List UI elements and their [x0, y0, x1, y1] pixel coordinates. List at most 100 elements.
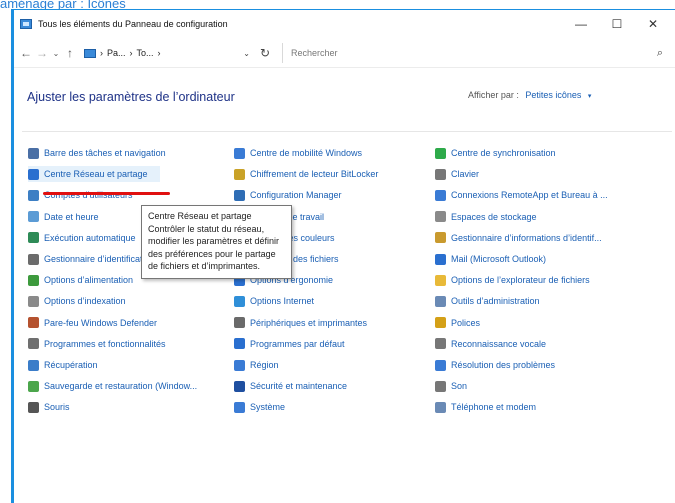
breadcrumb-item[interactable]: To... — [137, 48, 154, 58]
users-icon — [28, 189, 39, 201]
search-input[interactable]: Rechercher ⌕ — [282, 43, 665, 63]
control-panel-item[interactable]: Centre de synchronisation — [435, 145, 556, 161]
credential-icon — [435, 232, 446, 244]
control-panel-item-label: Résolution des problèmes — [451, 360, 556, 370]
control-panel-item[interactable]: Programmes et fonctionnalités — [28, 336, 166, 352]
backup-icon — [28, 380, 39, 392]
control-panel-item-label: Centre Réseau et partage — [44, 169, 148, 180]
recent-locations-button[interactable]: ⌄ — [50, 43, 62, 63]
control-panel-item[interactable]: Pare-feu Windows Defender — [28, 315, 157, 331]
control-panel-item[interactable]: Options Internet — [234, 293, 314, 309]
control-panel-item[interactable]: Sauvegarde et restauration (Window... — [28, 378, 197, 394]
control-panel-item[interactable]: Espaces de stockage — [435, 209, 537, 225]
indexing-icon — [28, 295, 39, 307]
control-panel-item[interactable]: Centre de mobilité Windows — [234, 145, 362, 161]
control-panel-item[interactable]: Son — [435, 378, 467, 394]
control-panel-item[interactable]: Options de l’explorateur de fichiers — [435, 272, 590, 288]
back-button[interactable]: ← — [18, 43, 34, 63]
control-panel-item-label: Récupération — [44, 360, 98, 370]
title-bar: Tous les éléments du Panneau de configur… — [14, 10, 675, 38]
programs-icon — [28, 338, 39, 350]
search-icon[interactable]: ⌕ — [657, 47, 663, 60]
control-panel-item[interactable]: Système — [234, 399, 285, 415]
minimize-button[interactable]: — — [563, 10, 599, 38]
address-bar: ← → ⌄ ↑ › Pa... › To... › ⌄ ↻ Rechercher… — [14, 40, 675, 66]
control-panel-item[interactable]: Gestionnaire d’informations d’identif... — [435, 230, 602, 246]
control-panel-item-label: Mail (Microsoft Outlook) — [451, 254, 547, 264]
control-panel-item-label: Téléphone et modem — [451, 402, 537, 413]
breadcrumb-separator-icon: › — [129, 48, 133, 58]
control-panel-item[interactable]: Options d’alimentation — [28, 272, 133, 288]
control-panel-item[interactable]: Reconnaissance vocale — [435, 336, 546, 352]
control-panel-item-label: Programmes par défaut — [250, 338, 345, 349]
chevron-down-icon[interactable]: ⌄ — [243, 49, 254, 58]
control-panel-item-label: Sauvegarde et restauration (Window... — [44, 381, 198, 392]
control-panel-item[interactable]: Périphériques et imprimantes — [234, 315, 367, 331]
control-panel-item[interactable]: Chiffrement de lecteur BitLocker — [234, 166, 378, 182]
control-panel-item[interactable]: Outils d’administration — [435, 293, 540, 309]
control-panel-item[interactable]: Sécurité et maintenance — [234, 378, 347, 394]
control-panel-item-label: Options d’indexation — [44, 296, 126, 307]
close-button[interactable]: ✕ — [635, 10, 671, 38]
control-panel-item-label: Pare-feu Windows Defender — [44, 317, 158, 328]
up-button[interactable]: ↑ — [62, 43, 78, 63]
control-panel-item[interactable]: Barre des tâches et navigation — [28, 145, 166, 161]
control-panel-item[interactable]: Souris — [28, 399, 70, 415]
control-panel-item[interactable]: Clavier — [435, 166, 479, 182]
control-panel-item[interactable]: Connexions RemoteApp et Bureau à ... — [435, 187, 608, 203]
window-controls: — ☐ ✕ — [563, 10, 671, 38]
control-panel-item-label: Système — [250, 402, 286, 413]
control-panel-item-label: Centre de synchronisation — [451, 148, 556, 158]
admin-tools-icon — [435, 295, 446, 307]
control-panel-item[interactable]: Téléphone et modem — [435, 399, 536, 415]
control-panel-item[interactable]: Exécution automatique — [28, 230, 136, 246]
refresh-button[interactable]: ↻ — [254, 43, 276, 63]
maximize-button[interactable]: ☐ — [599, 10, 635, 38]
control-panel-item[interactable]: Polices — [435, 315, 480, 331]
control-panel-item-label: Périphériques et imprimantes — [250, 317, 368, 328]
taskbar-icon — [28, 147, 39, 159]
control-panel-item-label: Programmes et fonctionnalités — [44, 338, 166, 349]
control-panel-item[interactable]: Mail (Microsoft Outlook) — [435, 251, 546, 267]
page-title: Ajuster les paramètres de l’ordinateur — [27, 90, 235, 104]
control-panel-item-label: Sécurité et maintenance — [250, 381, 348, 392]
default-programs-icon — [234, 338, 245, 350]
view-by-dropdown[interactable]: Petites icônes — [525, 90, 581, 100]
breadcrumb-separator-icon: › — [157, 48, 161, 58]
control-panel-item[interactable]: Options d’indexation — [28, 293, 126, 309]
phone-icon — [435, 401, 446, 413]
search-placeholder: Rechercher — [291, 48, 338, 58]
control-panel-item[interactable]: Centre Réseau et partage — [28, 166, 160, 183]
forward-button[interactable]: → — [34, 43, 50, 63]
control-panel-item[interactable]: Résolution des problèmes — [435, 357, 555, 373]
control-panel-item-label: Exécution automatique — [44, 232, 136, 243]
control-panel-item-label: Clavier — [451, 169, 480, 180]
chevron-down-icon[interactable]: ▾ — [588, 93, 592, 100]
microphone-icon — [435, 338, 446, 350]
control-panel-item-label: Options Internet — [250, 296, 315, 307]
control-panel-item-label: Reconnaissance vocale — [451, 338, 547, 349]
control-panel-icon — [84, 48, 96, 58]
mail-icon — [435, 253, 446, 265]
control-panel-item[interactable]: Configuration Manager — [234, 187, 342, 203]
control-panel-item-label: Souris — [44, 402, 70, 413]
control-panel-item-label: Gestionnaire d’informations d’identif... — [451, 232, 602, 243]
firewall-icon — [28, 317, 39, 329]
control-panel-item-label: Options d’alimentation — [44, 275, 134, 286]
printer-icon — [234, 317, 245, 329]
breadcrumb-separator-icon: › — [100, 48, 103, 58]
control-panel-item[interactable]: Récupération — [28, 357, 98, 373]
control-panel-item[interactable]: Gestionnaire d’identification — [28, 251, 155, 267]
troubleshoot-icon — [435, 359, 446, 371]
breadcrumb[interactable]: › Pa... › To... › ⌄ — [84, 43, 254, 63]
control-panel-item-label: Région — [250, 360, 279, 370]
control-panel-item-label: Son — [451, 381, 468, 392]
vault-icon — [28, 253, 39, 265]
control-panel-item-label: Centre de mobilité Windows — [250, 148, 363, 158]
control-panel-item[interactable]: Date et heure — [28, 209, 99, 225]
internet-icon — [234, 295, 245, 307]
breadcrumb-item[interactable]: Pa... — [107, 48, 126, 58]
control-panel-item[interactable]: Comptes d’utilisateurs — [28, 187, 133, 203]
control-panel-item[interactable]: Région — [234, 357, 279, 373]
control-panel-item[interactable]: Programmes par défaut — [234, 336, 345, 352]
